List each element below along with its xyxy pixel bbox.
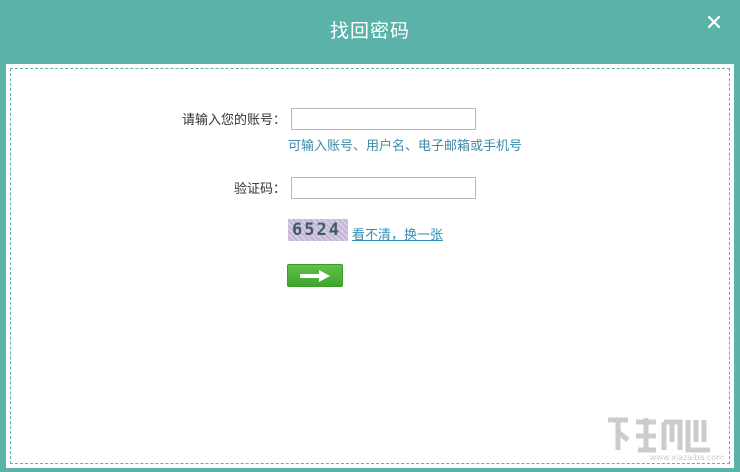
account-input[interactable] <box>291 108 476 130</box>
refresh-captcha-link[interactable]: 看不清，换一张 <box>352 227 443 245</box>
watermark-logo-icon <box>608 417 710 453</box>
captcha-image[interactable]: 6524 <box>288 219 348 241</box>
close-button[interactable] <box>704 12 724 32</box>
submit-button[interactable] <box>287 264 343 287</box>
captcha-label: 验证码： <box>233 182 286 197</box>
account-label: 请输入您的账号： <box>181 113 286 128</box>
close-icon <box>707 15 721 29</box>
captcha-code: 6524 <box>292 220 341 240</box>
account-hint: 可输入账号、用户名、电子邮箱或手机号 <box>288 139 523 154</box>
arrow-right-icon <box>300 269 330 282</box>
title-bar: 找回密码 <box>0 0 740 62</box>
window-title: 找回密码 <box>329 20 410 42</box>
watermark: www.xiazaiba.com <box>604 414 724 462</box>
content-panel: 请输入您的账号： 可输入账号、用户名、电子邮箱或手机号 验证码： 6524 看不… <box>6 64 734 468</box>
find-password-window: 找回密码 请输入您的账号： 可输入账号、用户名、电子邮箱或手机号 验证码： 65… <box>0 0 740 472</box>
watermark-url: www.xiazaiba.com <box>649 453 724 462</box>
captcha-input[interactable] <box>291 177 476 199</box>
